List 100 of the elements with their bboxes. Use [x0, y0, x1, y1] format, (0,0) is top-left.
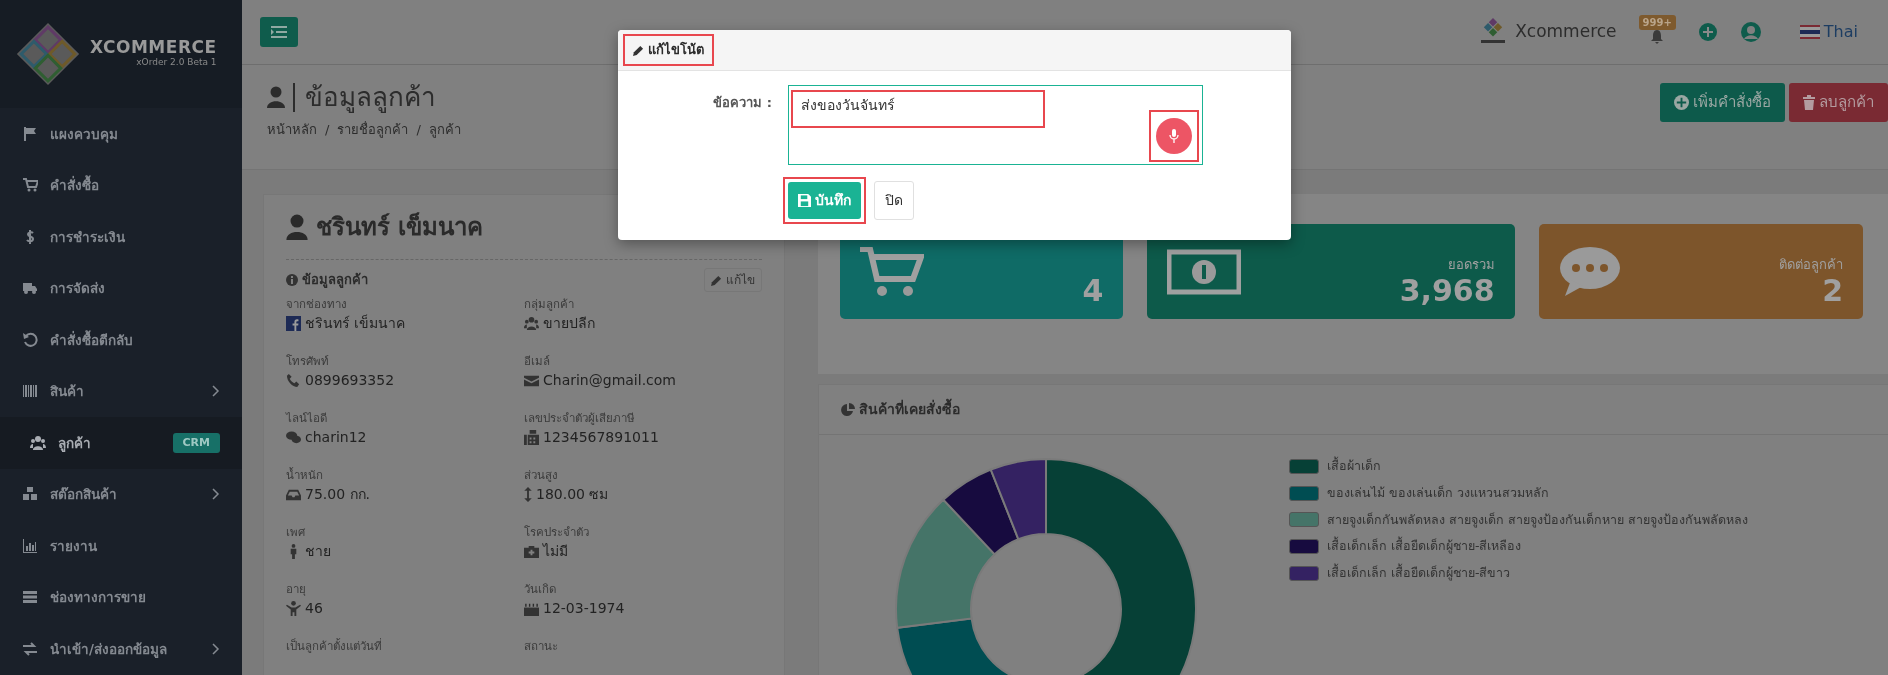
sidebar-item[interactable]: นำเข้า/ส่งออกข้อมูล	[0, 623, 242, 675]
facebook-icon	[286, 316, 301, 332]
field-value: Charin@gmail.com	[543, 371, 676, 391]
field-label: กลุ่มลูกค้า	[524, 296, 575, 313]
sidebar-item[interactable]: แผงควบคุม	[0, 108, 242, 160]
sidebar-label: แผงควบคุม	[50, 124, 118, 144]
chevron-icon	[212, 642, 220, 655]
medical-kit-icon	[524, 544, 539, 560]
note-text[interactable]: ส่งของวันจันทร์	[791, 90, 1045, 128]
menu-icon	[271, 26, 287, 38]
add-order-button[interactable]: เพิ่มคำสั่งซื้อ	[1660, 83, 1785, 122]
flag-icon	[1799, 25, 1820, 39]
field-value: 180.00 ซม	[536, 485, 609, 505]
sidebar-label: ช่องทางการขาย	[50, 588, 146, 608]
bar-chart-icon	[22, 537, 38, 554]
field-value: 75.00 กก.	[305, 485, 370, 505]
delete-customer-button[interactable]: ลบลูกค้า	[1789, 83, 1888, 122]
legend-label: ของเล่นไม้ ของเล่นเด็ก วงแหวนสวมหลัก	[1327, 483, 1549, 502]
bell-icon	[1650, 29, 1665, 44]
field-label: โทรศัพท์	[286, 353, 330, 370]
speech-bubble-icon	[1558, 245, 1621, 298]
breadcrumb-link[interactable]: หน้าหลัก	[267, 119, 317, 140]
pie-chart-icon	[841, 402, 855, 417]
sidebar-item[interactable]: สต๊อกสินค้า	[0, 468, 242, 520]
server-icon	[22, 589, 38, 606]
sidebar-label: สินค้า	[50, 382, 84, 402]
user-icon	[286, 214, 308, 240]
stat-value: 4	[1082, 274, 1104, 307]
field-label: เป็นลูกค้าตั้งแต่วันที่	[286, 638, 383, 655]
chat-icon	[286, 430, 301, 446]
field-value: ชาย	[305, 542, 331, 562]
trash-icon	[1803, 94, 1815, 110]
version-text: xOrder 2.0 Beta 1	[135, 55, 217, 69]
field-label: อายุ	[286, 581, 307, 598]
child-icon	[286, 601, 301, 617]
breadcrumb-current: ลูกค้า	[428, 120, 461, 140]
close-button[interactable]: ปิด	[874, 181, 914, 220]
sidebar-label: นำเข้า/ส่งออกข้อมูล	[50, 639, 167, 659]
cubes-icon	[22, 486, 38, 503]
sidebar-item[interactable]: การชำระเงิน	[0, 211, 242, 263]
plus-circle-icon	[1674, 94, 1689, 110]
sidebar-item[interactable]: คำสั่งซื้อ	[0, 159, 242, 211]
user-icon	[1739, 21, 1762, 43]
shop-name: Xcommerce	[1515, 20, 1617, 44]
sidebar-label: การชำระเงิน	[50, 227, 125, 247]
user-icon	[267, 86, 285, 109]
stat-value: 2	[1822, 274, 1843, 307]
edit-button[interactable]: แก้ไข	[704, 268, 762, 292]
sidebar-label: ลูกค้า	[58, 433, 91, 453]
stat-value: 3,968	[1399, 274, 1495, 307]
breadcrumb-separator: /	[325, 120, 330, 139]
note-field[interactable]: ส่งของวันจันทร์	[788, 85, 1203, 165]
sidebar-item[interactable]: การจัดส่ง	[0, 262, 242, 314]
brand-name: XCOMMERCE	[90, 38, 217, 56]
sidebar-item[interactable]: คำสั่งซื้อตีกลับ	[0, 314, 242, 366]
users-icon	[30, 434, 46, 451]
sidebar-item[interactable]: ลูกค้า CRM	[0, 417, 242, 469]
sidebar-item[interactable]: สินค้า	[0, 365, 242, 417]
menu-toggle-button[interactable]	[260, 17, 298, 47]
language-link[interactable]: Thai	[1823, 20, 1858, 44]
field-value: ขายปลีก	[543, 314, 595, 334]
field-label: เลขประจำตัวผู้เสียภาษี	[524, 410, 636, 427]
breadcrumb-link[interactable]: รายชื่อลูกค้า	[337, 119, 409, 140]
field-label: สถานะ	[524, 638, 559, 655]
pencil-icon	[633, 44, 644, 56]
exchange-icon	[22, 640, 38, 657]
field-label: จากช่องทาง	[286, 296, 348, 313]
notification-badge: 999+	[1638, 14, 1676, 30]
inbox-icon	[286, 487, 301, 503]
fax-icon	[524, 430, 539, 446]
vertical-arrows-icon	[524, 487, 532, 503]
field-label: น้ำหนัก	[286, 467, 324, 484]
chevron-icon	[212, 488, 220, 501]
legend-label: เสื้อเด็กเล็ก เสื้อยืดเด็กผู้ชาย-สีขาว	[1327, 564, 1511, 583]
info-icon	[286, 274, 298, 286]
barcode-icon	[22, 383, 38, 400]
field-label: ข้อความ :	[712, 94, 773, 112]
field-label: ไลน์ไอดี	[286, 410, 328, 427]
cake-icon	[524, 601, 539, 617]
field-label: โรคประจำตัว	[524, 524, 590, 541]
sidebar-label: คำสั่งซื้อตีกลับ	[50, 329, 133, 350]
stat-label: ติดต่อลูกค้า	[1779, 255, 1843, 274]
field-value: 1234567891011	[543, 428, 659, 448]
field-value: 12-03-1974	[543, 599, 625, 619]
envelope-icon	[524, 373, 539, 389]
microphone-button[interactable]	[1156, 118, 1192, 154]
field-label: เพศ	[286, 524, 306, 541]
section-title: ข้อมูลลูกค้า	[302, 271, 368, 290]
chevron-icon	[212, 385, 220, 398]
field-value: charin12	[305, 428, 367, 448]
legend-label: สายจูงเด็กกันพลัดหลง สายจูงเด็ก สายจูงป้องกันเด็กหาย สายจูงป้องกันพลัดหลง	[1327, 510, 1748, 530]
sidebar-item[interactable]: ช่องทางการขาย	[0, 571, 242, 623]
field-label: อีเมล์	[524, 353, 551, 370]
cart-icon	[860, 246, 924, 297]
legend-label: เสื้อผ้าเด็ก	[1327, 457, 1381, 475]
field-value: 46	[305, 599, 323, 619]
pencil-icon	[711, 274, 722, 286]
save-button[interactable]: บันทึก	[788, 182, 861, 219]
sidebar-item[interactable]: รายงาน	[0, 520, 242, 572]
stat-label: ยอดรวม	[1447, 255, 1495, 274]
